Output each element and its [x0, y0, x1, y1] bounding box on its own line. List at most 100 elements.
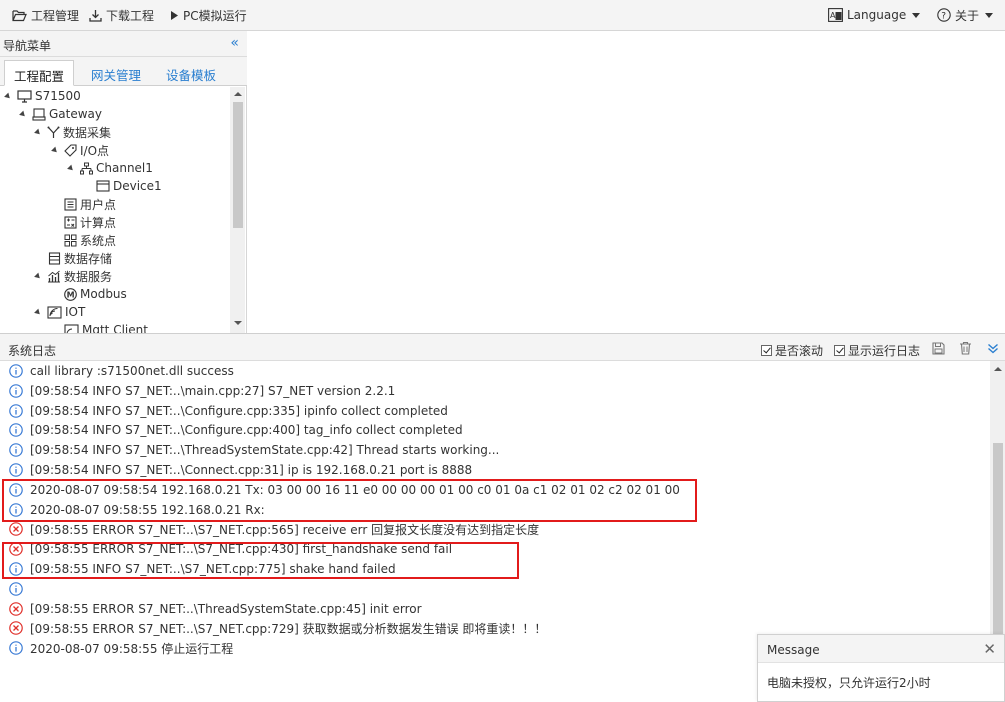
play-icon — [171, 10, 178, 20]
tree-item-mqtt-client[interactable]: Mqtt Client — [64, 321, 148, 333]
storage-icon — [48, 251, 61, 265]
info-icon — [9, 364, 23, 378]
tree-label: Device1 — [113, 179, 162, 193]
tree-item-user-points[interactable]: 用户点 — [64, 195, 116, 213]
log-text: [09:58:54 INFO S7_NET:..\ThreadSystemSta… — [30, 443, 500, 458]
tree-item-calc-points[interactable]: 计算点 — [64, 213, 116, 231]
log-line: 2020-08-07 09:58:55 停止运行工程 — [9, 638, 233, 658]
log-text: call library :s71500net.dll success — [30, 364, 234, 378]
log-text: [09:58:54 INFO S7_NET:..\Connect.cpp:31]… — [30, 463, 473, 477]
calculator-icon — [64, 215, 77, 229]
about-label: 关于 — [955, 8, 980, 23]
scroll-up-icon[interactable] — [234, 92, 242, 96]
help-circle-icon: ? — [937, 8, 951, 22]
expand-arrow-icon[interactable] — [4, 92, 12, 100]
tree-label: IOT — [65, 305, 86, 319]
info-icon — [9, 463, 23, 477]
close-icon[interactable]: ✕ — [983, 640, 996, 658]
tree-item-iot[interactable]: IOT — [34, 303, 86, 321]
tree-label: 用户点 — [80, 197, 117, 212]
tree-item-s71500[interactable]: S71500 — [4, 87, 81, 105]
tree-item-device1[interactable]: Device1 — [96, 177, 162, 195]
info-icon — [9, 443, 23, 457]
tree-label: Gateway — [49, 107, 103, 121]
tree-item-gateway[interactable]: Gateway — [19, 105, 103, 123]
project-mgmt-button[interactable]: 工程管理 — [12, 7, 79, 23]
scroll-down-icon[interactable] — [234, 321, 242, 325]
gateway-icon — [32, 107, 46, 121]
project-mgmt-label: 工程管理 — [31, 8, 80, 23]
auto-scroll-label: 是否滚动 — [775, 344, 824, 358]
auto-scroll-checkbox[interactable]: 是否滚动 — [761, 342, 823, 359]
download-project-label: 下载工程 — [106, 8, 155, 23]
tree-item-channel1[interactable]: Channel1 — [67, 159, 153, 177]
error-icon — [9, 522, 23, 537]
log-line: [09:58:54 INFO S7_NET:..\ThreadSystemSta… — [9, 440, 499, 460]
log-text: [09:58:54 INFO S7_NET:..\Configure.cpp:4… — [30, 423, 463, 438]
top-toolbar: 工程管理 下载工程 PC模拟运行 A Language ? 关于 — [0, 0, 1005, 31]
main-workspace — [248, 31, 1005, 333]
chart-icon — [48, 270, 60, 282]
device-icon — [96, 180, 110, 192]
tree-item-io-points[interactable]: I/O点 — [51, 141, 109, 159]
tree-item-data-storage[interactable]: 数据存储 — [48, 249, 112, 267]
checkbox-checked-icon[interactable] — [834, 345, 845, 356]
log-line: [09:58:54 INFO S7_NET:..\main.cpp:27] S7… — [9, 381, 395, 401]
tree-label: Modbus — [80, 287, 127, 301]
tree-item-data-collect[interactable]: 数据采集 — [34, 123, 112, 141]
info-icon — [9, 423, 23, 438]
info-icon — [9, 581, 23, 596]
tree-label: 数据采集 — [63, 125, 112, 140]
network-icon — [80, 162, 93, 174]
tree-scrollbar[interactable] — [230, 87, 245, 333]
scroll-thumb[interactable] — [233, 102, 243, 228]
navigation-panel: 导航菜单 « 工程配置 网关管理 设备模板 S71500 Gateway 数据采… — [0, 31, 247, 333]
collapse-left-icon[interactable]: « — [230, 35, 239, 51]
iot-icon — [47, 305, 62, 319]
tree-item-system-points[interactable]: 系统点 — [64, 231, 116, 249]
trash-icon[interactable] — [959, 341, 972, 355]
message-text: 电脑未授权，只允许运行2小时 — [767, 676, 931, 690]
expand-arrow-icon[interactable] — [51, 146, 59, 154]
highlight-box-handshake — [2, 542, 519, 579]
log-text: [09:58:55 ERROR S7_NET:..\S7_NET.cpp:565… — [30, 522, 540, 537]
save-icon[interactable] — [932, 342, 945, 355]
tab-project-config[interactable]: 工程配置 — [4, 60, 75, 86]
expand-arrow-icon[interactable] — [34, 272, 42, 280]
tree-item-data-service[interactable]: 数据服务 — [34, 267, 113, 285]
log-text: [09:58:54 INFO S7_NET:..\main.cpp:27] S7… — [30, 383, 396, 398]
grid-icon — [64, 234, 77, 246]
log-line — [9, 579, 30, 599]
log-text: [09:58:55 ERROR S7_NET:..\S7_NET.cpp:729… — [30, 621, 547, 636]
expand-arrow-icon[interactable] — [67, 164, 75, 172]
folder-open-icon — [12, 9, 27, 21]
download-project-button[interactable]: 下载工程 — [89, 7, 154, 23]
download-icon — [89, 9, 102, 22]
log-line: [09:58:54 INFO S7_NET:..\Configure.cpp:4… — [9, 420, 463, 440]
log-line: call library :s71500net.dll success — [9, 361, 234, 381]
tree-label: 数据服务 — [64, 269, 113, 284]
collapse-down-icon[interactable] — [987, 343, 999, 354]
about-dropdown[interactable]: ? 关于 — [937, 7, 994, 23]
navigation-title: 导航菜单 — [3, 39, 52, 53]
mqtt-icon — [64, 323, 79, 333]
project-tree: S71500 Gateway 数据采集 I/O点 Channel1 Device… — [0, 87, 230, 333]
tag-icon — [64, 143, 77, 157]
pc-simulate-button[interactable]: PC模拟运行 — [170, 7, 247, 23]
language-dropdown[interactable]: A Language — [828, 7, 921, 23]
scroll-up-icon[interactable] — [994, 367, 1002, 371]
show-runtime-log-checkbox[interactable]: 显示运行日志 — [834, 342, 920, 359]
tree-item-modbus[interactable]: M Modbus — [64, 285, 127, 303]
expand-arrow-icon[interactable] — [34, 308, 42, 316]
expand-arrow-icon[interactable] — [19, 110, 27, 118]
log-text: [09:58:55 ERROR S7_NET:..\ThreadSystemSt… — [30, 601, 422, 616]
info-icon — [9, 403, 23, 418]
tab-device-template[interactable]: 设备模板 — [157, 60, 225, 86]
tree-label: S71500 — [35, 89, 81, 103]
log-text: [09:58:54 INFO S7_NET:..\Configure.cpp:3… — [30, 403, 448, 418]
expand-arrow-icon[interactable] — [34, 128, 42, 136]
error-icon — [9, 621, 23, 636]
checkbox-checked-icon[interactable] — [761, 345, 772, 356]
svg-text:?: ? — [941, 12, 946, 22]
tab-gateway-mgmt[interactable]: 网关管理 — [82, 60, 150, 86]
